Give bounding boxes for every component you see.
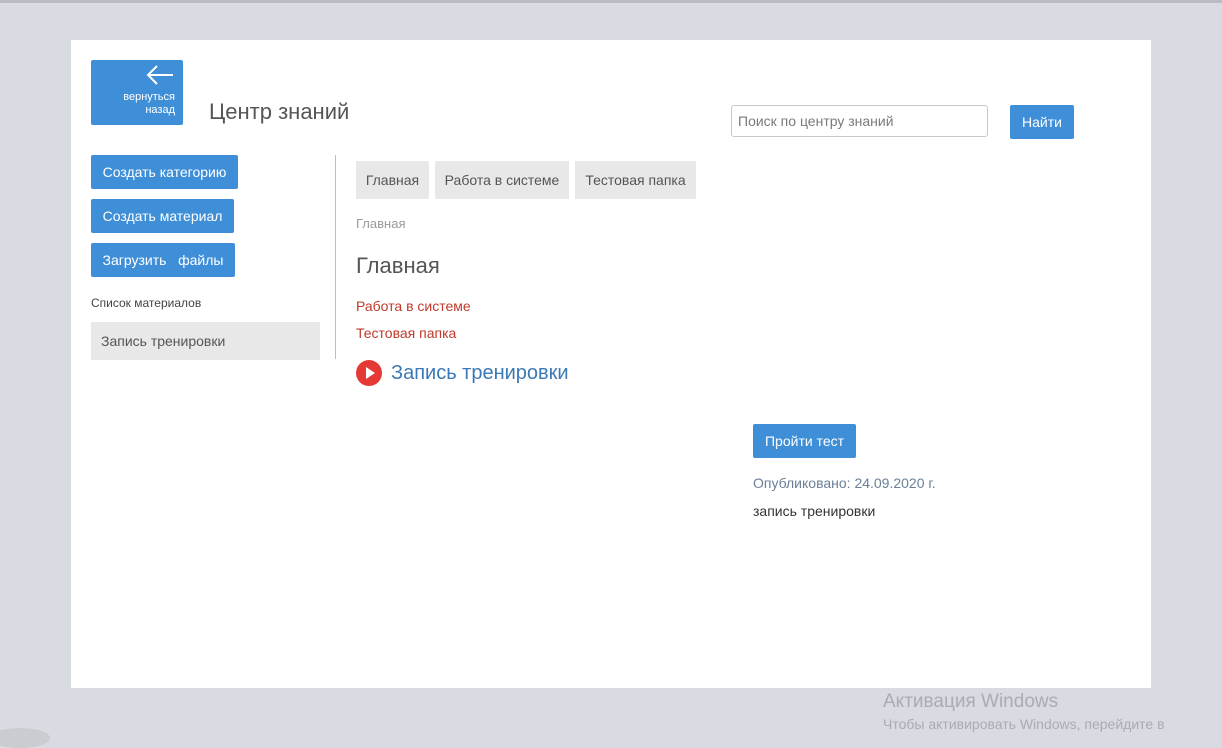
section-heading: Главная bbox=[356, 253, 440, 278]
video-title: Запись тренировки bbox=[391, 361, 569, 384]
tab-test-folder[interactable]: Тестовая папка bbox=[575, 161, 696, 199]
arrow-left-icon bbox=[146, 65, 173, 85]
top-border bbox=[0, 0, 1222, 3]
page-title: Центр знаний bbox=[209, 99, 350, 124]
upload-files-button[interactable]: Загрузить файлы bbox=[91, 243, 235, 277]
create-category-button[interactable]: Создать категорию bbox=[91, 155, 238, 189]
knowledge-center-panel: вернуться назад Центр знаний Найти Созда… bbox=[71, 40, 1151, 688]
play-icon bbox=[356, 360, 382, 386]
create-material-button[interactable]: Создать материал bbox=[91, 199, 234, 233]
back-button-label: вернуться назад bbox=[123, 91, 175, 116]
windows-activation-title: Активация Windows bbox=[883, 691, 1059, 712]
vertical-divider bbox=[335, 155, 336, 359]
windows-activation-subtitle: Чтобы активировать Windows, перейдите в bbox=[883, 716, 1165, 732]
video-material-link[interactable]: Запись тренировки bbox=[356, 360, 569, 386]
corner-shadow bbox=[0, 728, 50, 748]
search-input[interactable] bbox=[731, 105, 988, 137]
sidebar-item-training-record[interactable]: Запись тренировки bbox=[91, 322, 320, 360]
take-test-button[interactable]: Пройти тест bbox=[753, 424, 856, 458]
materials-list-caption: Список материалов bbox=[91, 296, 202, 310]
breadcrumb: Главная bbox=[356, 216, 406, 231]
back-button[interactable]: вернуться назад bbox=[91, 60, 183, 125]
category-link-work-in-system[interactable]: Работа в системе bbox=[356, 298, 471, 314]
tab-work-in-system[interactable]: Работа в системе bbox=[435, 161, 569, 199]
search-button[interactable]: Найти bbox=[1010, 105, 1074, 139]
tab-main[interactable]: Главная bbox=[356, 161, 429, 199]
material-description: запись тренировки bbox=[753, 503, 876, 519]
category-link-test-folder[interactable]: Тестовая папка bbox=[356, 325, 456, 341]
published-date: Опубликовано: 24.09.2020 г. bbox=[753, 475, 936, 491]
